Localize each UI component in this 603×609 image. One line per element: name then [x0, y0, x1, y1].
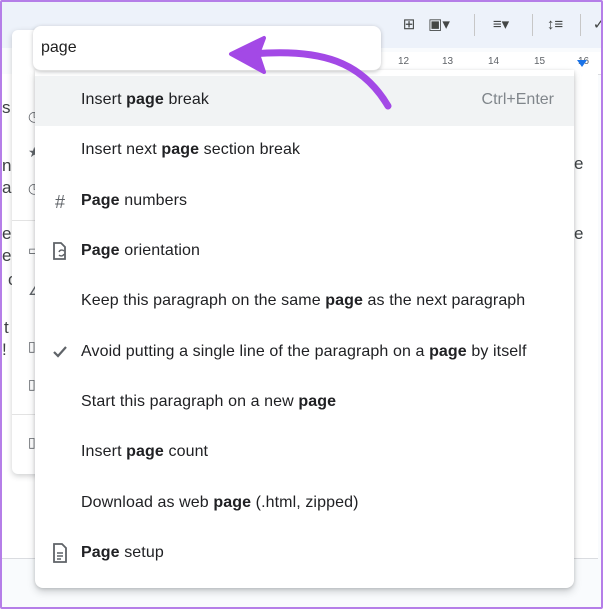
align-icon[interactable]: ≡▾ [488, 14, 514, 36]
shortcut-hint: Ctrl+Enter [481, 91, 554, 108]
menu-item-keep-with-next[interactable]: Keep this paragraph on the same page as … [35, 277, 574, 327]
checkmark-icon [49, 342, 71, 364]
ruler-tick: 13 [442, 56, 454, 67]
menu-item-avoid-widow[interactable]: Avoid putting a single line of the parag… [35, 328, 574, 378]
insert-image-icon[interactable]: ⊞ [396, 14, 422, 36]
menu-item-page-orientation[interactable]: Page orientation [35, 227, 574, 277]
menu-item-insert-page-count[interactable]: Insert page count [35, 428, 574, 478]
page-orientation-icon [49, 241, 71, 263]
menu-item-label: Page orientation [81, 242, 201, 259]
ruler-tick: 14 [488, 56, 500, 67]
menu-search-box[interactable] [33, 26, 381, 71]
search-results-menu: Insert page break Ctrl+Enter Insert next… [35, 70, 574, 588]
line-spacing-icon[interactable]: ↕≡ [542, 14, 568, 36]
menu-item-label: Insert next page section break [81, 141, 301, 158]
menu-item-label: Keep this paragraph on the same page as … [81, 292, 526, 309]
toolbar-divider [580, 14, 581, 36]
menu-item-label: Page numbers [81, 192, 188, 209]
menu-item-label: Download as web page (.html, zipped) [81, 494, 359, 511]
menu-item-label: Start this paragraph on a new page [81, 393, 337, 410]
ruler-tick: 12 [398, 56, 410, 67]
hash-icon: # [54, 192, 65, 212]
menu-item-insert-page-break[interactable]: Insert page break Ctrl+Enter [35, 76, 574, 126]
toolbar-divider [532, 14, 533, 36]
menu-item-insert-next-page-section-break[interactable]: Insert next page section break [35, 126, 574, 176]
checklist-icon[interactable]: ✓ [586, 14, 601, 36]
menu-item-label: Avoid putting a single line of the parag… [81, 343, 527, 360]
menu-item-label: Page setup [81, 544, 164, 561]
text-fragment: s [2, 98, 11, 117]
toolbar-divider [474, 14, 475, 36]
document-icon [49, 543, 71, 565]
screenshot-frame: ⊞ ▣▾ ≡▾ ↕≡ ✓ 12 13 14 15 16 s ni ar ec e… [0, 0, 603, 609]
image-dropdown-icon[interactable]: ▣▾ [426, 14, 452, 36]
text-fragment: e [2, 246, 12, 265]
menu-item-download-web-page[interactable]: Download as web page (.html, zipped) [35, 479, 574, 529]
text-fragment: ! [2, 340, 7, 359]
ruler-tick: 15 [534, 56, 546, 67]
text-fragment: e [574, 224, 584, 243]
text-fragment: t [4, 318, 9, 337]
indent-marker[interactable] [577, 60, 587, 67]
menu-item-label: Insert page break [81, 91, 209, 108]
menu-item-label: Insert page count [81, 443, 209, 460]
text-fragment: e [574, 154, 584, 173]
menu-item-page-break-before[interactable]: Start this paragraph on a new page [35, 378, 574, 428]
search-input[interactable] [41, 36, 361, 60]
menu-item-page-numbers[interactable]: # Page numbers [35, 177, 574, 227]
menu-item-page-setup[interactable]: Page setup [35, 529, 574, 579]
